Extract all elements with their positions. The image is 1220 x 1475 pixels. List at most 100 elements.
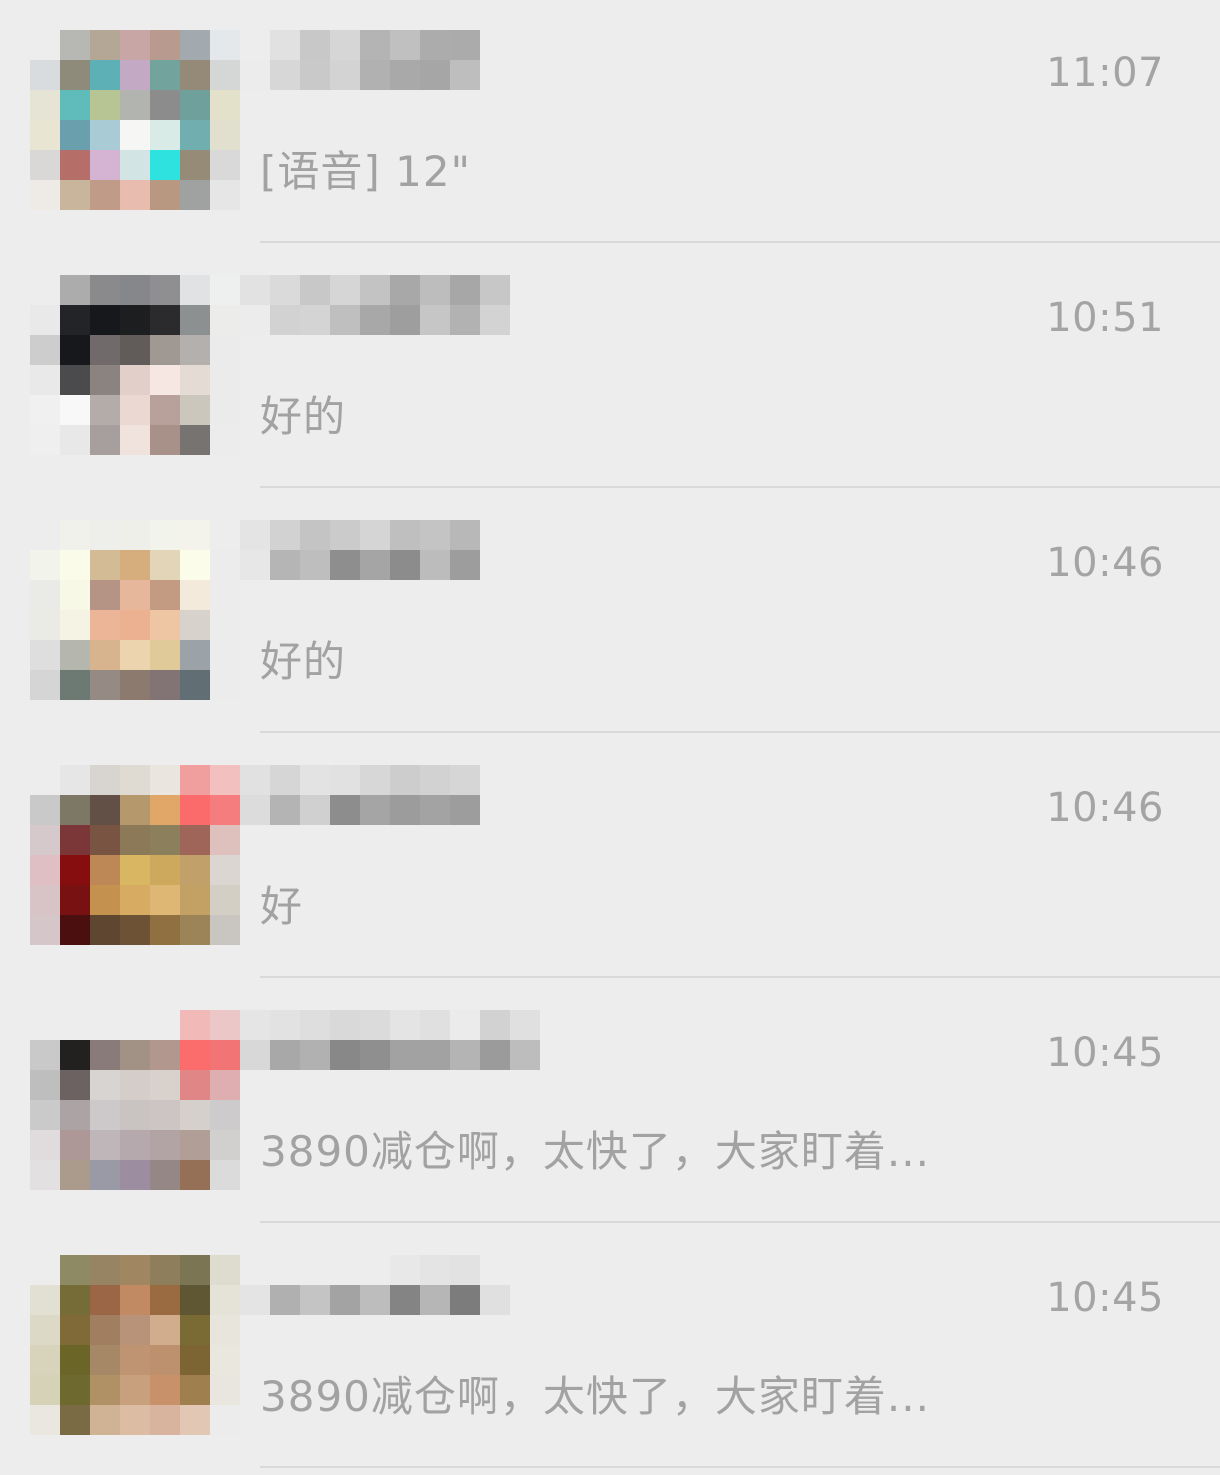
chat-list-item[interactable]: 10:46 好 <box>0 735 1220 980</box>
name-mosaic-cell <box>300 1010 330 1040</box>
divider <box>260 1221 1220 1223</box>
avatar-mosaic-cell <box>120 1405 150 1435</box>
name-mosaic-cell <box>300 1255 330 1285</box>
avatar-mosaic-cell <box>60 1070 90 1100</box>
avatar-mosaic-cell <box>60 1160 90 1190</box>
avatar-mosaic-cell <box>150 1375 180 1405</box>
divider <box>260 486 1220 488</box>
avatar-mosaic-cell <box>30 855 60 885</box>
avatar-mosaic-cell <box>150 1405 180 1435</box>
name-mosaic-cell <box>480 1040 510 1070</box>
avatar-mosaic-cell <box>180 395 210 425</box>
avatar-mosaic-cell <box>180 885 210 915</box>
avatar-mosaic-cell <box>60 580 90 610</box>
name-mosaic-cell <box>420 520 450 550</box>
avatar-mosaic-cell <box>120 305 150 335</box>
divider <box>260 1466 1220 1468</box>
avatar-mosaic-cell <box>210 1255 240 1285</box>
name-mosaic-cell <box>390 1040 420 1070</box>
avatar-mosaic-cell <box>90 1100 120 1130</box>
avatar-mosaic-cell <box>180 335 210 365</box>
avatar-mosaic-cell <box>150 180 180 210</box>
avatar-mosaic-cell <box>120 520 150 550</box>
avatar-mosaic-cell <box>90 30 120 60</box>
avatar-mosaic-cell <box>210 580 240 610</box>
name-mosaic-cell <box>390 60 420 90</box>
name-mosaic-cell <box>300 1040 330 1070</box>
avatar-mosaic-cell <box>180 640 210 670</box>
name-mosaic-cell <box>420 60 450 90</box>
avatar-mosaic-cell <box>30 395 60 425</box>
name-mosaic-cell <box>420 795 450 825</box>
name-mosaic-cell <box>300 60 330 90</box>
avatar-mosaic-cell <box>60 1315 90 1345</box>
avatar-mosaic-cell <box>120 275 150 305</box>
avatar-mosaic-cell <box>60 30 90 60</box>
chat-list-item[interactable]: 11:07 [语音] 12" <box>0 0 1220 245</box>
chat-list-item[interactable]: 10:45 3890减仓啊，太快了，大家盯着... <box>0 1225 1220 1470</box>
name-mosaic-cell <box>240 520 270 550</box>
avatar-mosaic-cell <box>60 670 90 700</box>
name-mosaic-cell <box>450 765 480 795</box>
avatar-mosaic-cell <box>180 180 210 210</box>
name-mosaic-cell <box>420 275 450 305</box>
avatar-mosaic-cell <box>120 765 150 795</box>
avatar-mosaic-cell <box>90 855 120 885</box>
message-time: 11:07 <box>1046 50 1164 96</box>
avatar-mosaic-cell <box>120 1070 150 1100</box>
name-mosaic-cell <box>360 765 390 795</box>
name-mosaic-cell <box>390 305 420 335</box>
avatar-mosaic-cell <box>150 1130 180 1160</box>
message-time: 10:46 <box>1046 540 1164 586</box>
avatar[interactable] <box>30 30 240 210</box>
chat-list-item[interactable]: 10:46 好的 <box>0 490 1220 735</box>
avatar-mosaic-cell <box>150 1315 180 1345</box>
name-mosaic-cell <box>420 30 450 60</box>
avatar[interactable] <box>30 275 240 455</box>
chat-list-item[interactable]: 10:45 3890减仓啊，太快了，大家盯着... <box>0 980 1220 1225</box>
avatar-mosaic-cell <box>60 275 90 305</box>
avatar-mosaic-cell <box>180 795 210 825</box>
avatar-mosaic-cell <box>30 90 60 120</box>
avatar-mosaic-cell <box>210 60 240 90</box>
name-mosaic-cell <box>330 795 360 825</box>
avatar-mosaic-cell <box>150 60 180 90</box>
avatar-mosaic-cell <box>60 915 90 945</box>
name-mosaic-cell <box>240 765 270 795</box>
avatar-mosaic-cell <box>90 180 120 210</box>
message-time: 10:51 <box>1046 295 1164 341</box>
avatar-mosaic-cell <box>30 795 60 825</box>
name-mosaic-cell <box>360 795 390 825</box>
avatar[interactable] <box>30 1255 240 1435</box>
avatar[interactable] <box>30 520 240 700</box>
name-mosaic-cell <box>390 795 420 825</box>
avatar-mosaic-cell <box>210 395 240 425</box>
avatar-mosaic-cell <box>180 550 210 580</box>
name-mosaic-cell <box>390 550 420 580</box>
avatar[interactable] <box>30 1010 240 1190</box>
name-mosaic-cell <box>420 305 450 335</box>
avatar-mosaic-cell <box>60 180 90 210</box>
avatar-mosaic-cell <box>210 550 240 580</box>
chat-list-item[interactable]: 10:51 好的 <box>0 245 1220 490</box>
avatar[interactable] <box>30 765 240 945</box>
avatar-mosaic-cell <box>30 1010 60 1040</box>
avatar-mosaic-cell <box>150 1100 180 1130</box>
name-mosaic-cell <box>450 1285 480 1315</box>
message-preview: 3890减仓啊，太快了，大家盯着... <box>260 1127 930 1176</box>
avatar-mosaic-cell <box>150 120 180 150</box>
avatar-mosaic-cell <box>90 610 120 640</box>
avatar-mosaic-cell <box>150 1285 180 1315</box>
avatar-mosaic-cell <box>120 60 150 90</box>
avatar-mosaic-cell <box>150 825 180 855</box>
avatar-mosaic-cell <box>60 60 90 90</box>
avatar-mosaic-cell <box>120 150 150 180</box>
avatar-mosaic-cell <box>60 640 90 670</box>
avatar-mosaic-cell <box>180 60 210 90</box>
avatar-mosaic-cell <box>90 395 120 425</box>
contact-name-blurred <box>240 1010 540 1070</box>
avatar-mosaic-cell <box>30 670 60 700</box>
avatar-mosaic-cell <box>150 550 180 580</box>
avatar-mosaic-cell <box>90 670 120 700</box>
avatar-mosaic-cell <box>60 520 90 550</box>
